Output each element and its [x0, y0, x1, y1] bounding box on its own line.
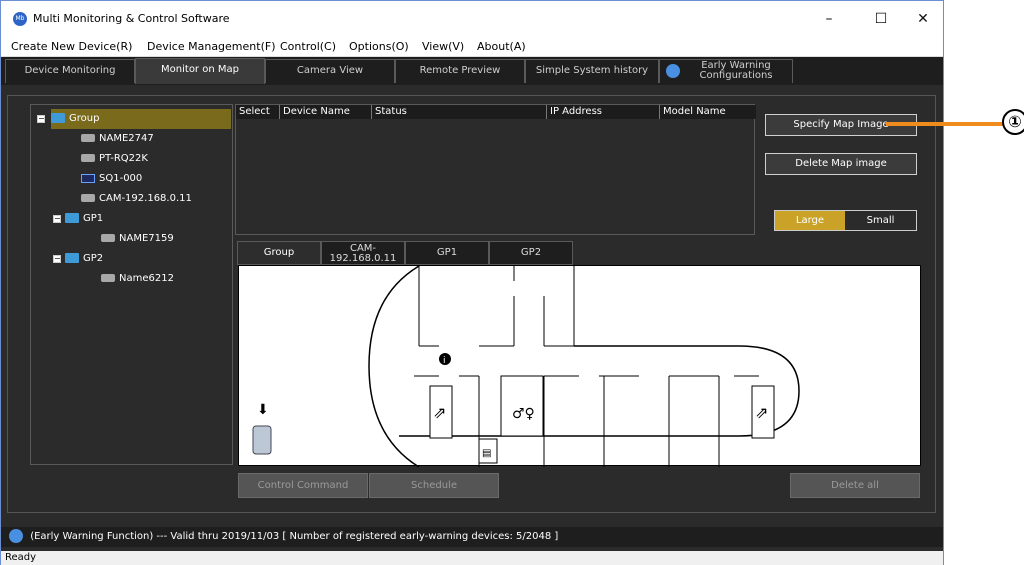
folder-icon — [51, 113, 65, 123]
column-status[interactable]: Status — [372, 105, 547, 119]
menu-view[interactable]: View(V) — [422, 40, 464, 53]
floor-plan-image: ⇗ ⇗ ♂♀ i ▤ ⬇ — [252, 265, 800, 468]
schedule-button[interactable]: Schedule — [369, 473, 499, 498]
tree-item-label: GP1 — [83, 213, 104, 224]
early-warning-icon — [9, 529, 23, 543]
tree-item-label: Group — [69, 113, 100, 124]
tree-item-name2747[interactable]: NAME2747 — [81, 129, 154, 149]
main-tab-bar: Device Monitoring Monitor on Map Camera … — [1, 57, 943, 85]
tree-item-label: GP2 — [83, 253, 104, 264]
tree-item-gp1[interactable]: − GP1 — [53, 209, 104, 229]
large-option[interactable]: Large — [775, 211, 845, 230]
collapse-icon[interactable]: − — [53, 215, 61, 223]
early-warning-icon — [666, 64, 680, 78]
menu-device-management[interactable]: Device Management(F) — [147, 40, 276, 53]
tree-item-name7159[interactable]: NAME7159 — [101, 229, 174, 249]
tree-item-label: NAME7159 — [119, 233, 174, 244]
tree-item-label: SQ1-000 — [99, 173, 143, 184]
maximize-button[interactable]: ☐ — [861, 5, 901, 33]
device-table: Select Device Name Status IP Address Mod… — [235, 104, 756, 235]
map-tab-cam[interactable]: CAM- 192.168.0.11 — [321, 241, 405, 265]
device-tree: − Group NAME2747 PT-RQ22K SQ1-000 CAM-19… — [30, 104, 233, 465]
projector-icon — [101, 274, 115, 282]
map-tab-bar: Group CAM- 192.168.0.11 GP1 GP2 — [237, 241, 577, 265]
app-window: Mb Multi Monitoring & Control Software –… — [0, 0, 944, 565]
tab-early-warning-configurations[interactable]: Early Warning Configurations — [659, 59, 793, 83]
folder-icon — [65, 213, 79, 223]
tree-item-name6212[interactable]: Name6212 — [101, 269, 174, 289]
map-tab-gp2[interactable]: GP2 — [489, 241, 573, 265]
svg-text:⇗: ⇗ — [755, 403, 768, 422]
svg-text:⬇: ⬇ — [257, 402, 269, 418]
camera-icon — [81, 134, 95, 142]
title-bar: Mb Multi Monitoring & Control Software –… — [1, 1, 943, 37]
callout-arrow — [886, 122, 1004, 126]
tree-item-sq1-000[interactable]: SQ1-000 — [81, 169, 142, 189]
tree-item-gp2[interactable]: − GP2 — [53, 249, 104, 269]
svg-text:♂♀: ♂♀ — [512, 406, 535, 422]
small-option[interactable]: Small — [845, 211, 916, 230]
camera-icon — [81, 194, 95, 202]
display-icon — [81, 173, 95, 183]
tab-camera-view[interactable]: Camera View — [265, 59, 395, 83]
callout-number: ① — [1002, 109, 1024, 135]
minimize-button[interactable]: – — [809, 5, 849, 33]
tab-remote-preview[interactable]: Remote Preview — [395, 59, 525, 83]
collapse-icon[interactable]: − — [53, 255, 61, 263]
tree-item-group[interactable]: − Group — [37, 109, 231, 129]
map-tab-gp1[interactable]: GP1 — [405, 241, 489, 265]
map-tab-group[interactable]: Group — [237, 241, 321, 265]
menu-about[interactable]: About(A) — [477, 40, 526, 53]
delete-all-button[interactable]: Delete all — [790, 473, 920, 498]
menu-control[interactable]: Control(C) — [280, 40, 336, 53]
tree-item-label: CAM-192.168.0.11 — [99, 193, 192, 204]
svg-text:▤: ▤ — [482, 448, 491, 459]
floor-map[interactable]: ⇗ ⇗ ♂♀ i ▤ ⬇ — [238, 265, 921, 468]
column-select[interactable]: Select — [236, 105, 280, 119]
tree-item-pt-rq22k[interactable]: PT-RQ22K — [81, 149, 148, 169]
delete-map-image-button[interactable]: Delete Map image — [765, 153, 917, 175]
column-device-name[interactable]: Device Name — [280, 105, 372, 119]
projector-icon — [81, 154, 95, 162]
menu-create-new-device[interactable]: Create New Device(R) — [11, 40, 132, 53]
tab-simple-system-history[interactable]: Simple System history — [525, 59, 659, 83]
menu-bar: Create New Device(R) Device Management(F… — [1, 37, 943, 57]
status-bar: Ready — [1, 551, 943, 565]
tab-early-warning-label: Early Warning Configurations — [699, 60, 773, 81]
tree-item-label: PT-RQ22K — [99, 153, 148, 164]
window-title: Multi Monitoring & Control Software — [33, 12, 230, 25]
projector-icon — [101, 234, 115, 242]
tab-device-monitoring[interactable]: Device Monitoring — [5, 59, 135, 83]
early-warning-status-text: (Early Warning Function) --- Valid thru … — [30, 531, 559, 542]
close-button[interactable]: ✕ — [903, 5, 943, 33]
svg-text:⇗: ⇗ — [433, 403, 446, 422]
control-command-button[interactable]: Control Command — [238, 473, 368, 498]
folder-icon — [65, 253, 79, 263]
early-warning-status-bar: (Early Warning Function) --- Valid thru … — [1, 527, 943, 547]
tab-monitor-on-map[interactable]: Monitor on Map — [135, 58, 265, 84]
app-icon: Mb — [13, 12, 27, 26]
svg-text:i: i — [443, 356, 446, 366]
tree-item-label: Name6212 — [119, 273, 174, 284]
tree-item-label: NAME2747 — [99, 133, 154, 144]
tree-item-cam-192-168-0-11[interactable]: CAM-192.168.0.11 — [81, 189, 192, 209]
collapse-icon[interactable]: − — [37, 115, 45, 123]
map-size-toggle: Large Small — [774, 210, 917, 231]
column-model-name[interactable]: Model Name — [660, 105, 756, 119]
status-text: Ready — [5, 552, 37, 563]
menu-options[interactable]: Options(O) — [349, 40, 409, 53]
column-ip-address[interactable]: IP Address — [547, 105, 660, 119]
